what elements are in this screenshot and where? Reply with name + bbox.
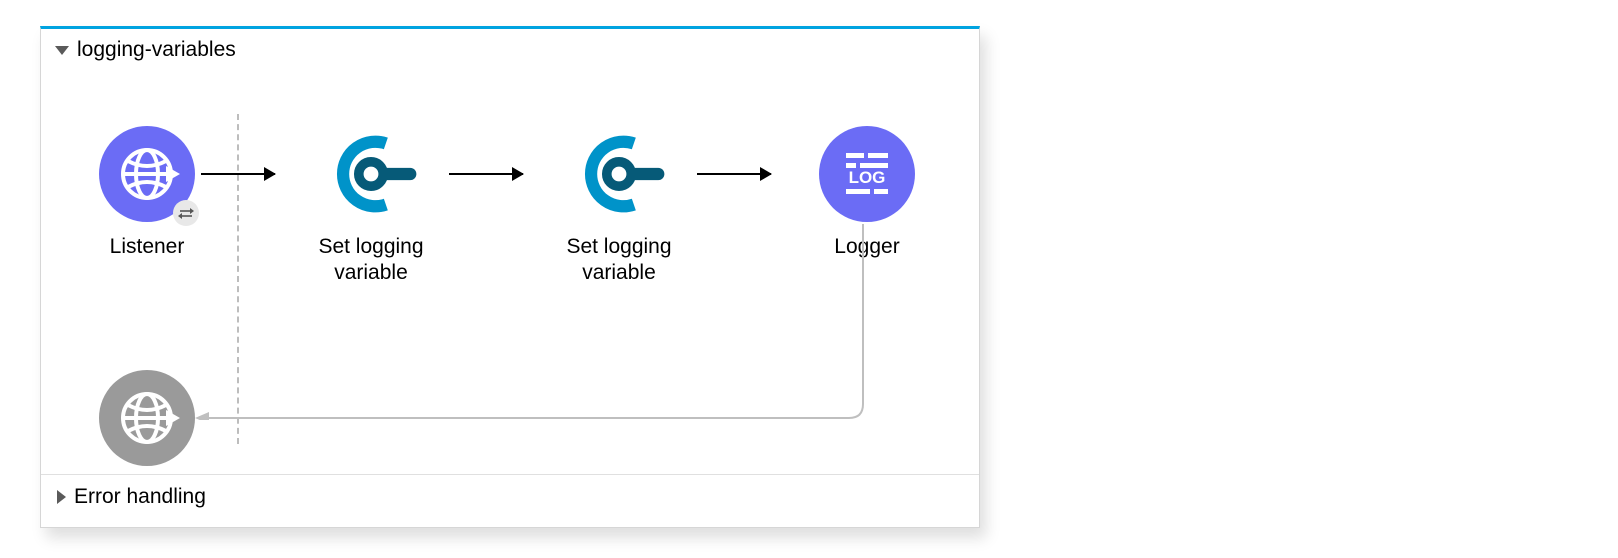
node-label: Logger	[787, 234, 947, 260]
error-handling-title: Error handling	[74, 485, 206, 509]
flow-panel: logging-variables	[40, 26, 980, 528]
chevron-down-icon	[55, 46, 69, 55]
logger-icon: LOG	[819, 126, 915, 222]
node-label: Listener	[67, 234, 227, 260]
node-set-variable-2[interactable]: Set logging variable	[539, 126, 699, 287]
source-separator	[237, 114, 239, 444]
node-listener[interactable]: Listener	[67, 126, 227, 260]
node-logger[interactable]: LOG Logger	[787, 126, 947, 260]
node-label: Set logging variable	[539, 234, 699, 287]
exchange-badge-icon	[173, 200, 199, 226]
tracing-connector-icon	[571, 126, 667, 222]
error-handling-header[interactable]: Error handling	[41, 474, 979, 519]
tracing-connector-icon	[323, 126, 419, 222]
flow-arrow	[697, 173, 771, 175]
chevron-right-icon	[57, 490, 66, 504]
flow-title: logging-variables	[77, 39, 236, 60]
flow-canvas: Listener Set logging variable	[41, 64, 979, 474]
node-set-variable-1[interactable]: Set logging variable	[291, 126, 451, 287]
node-label: Set logging variable	[291, 234, 451, 287]
http-listener-icon	[99, 370, 195, 466]
flow-header[interactable]: logging-variables	[41, 29, 979, 64]
svg-text:LOG: LOG	[849, 168, 886, 187]
http-listener-icon	[99, 126, 195, 222]
flow-arrow	[449, 173, 523, 175]
node-response[interactable]	[67, 370, 227, 478]
